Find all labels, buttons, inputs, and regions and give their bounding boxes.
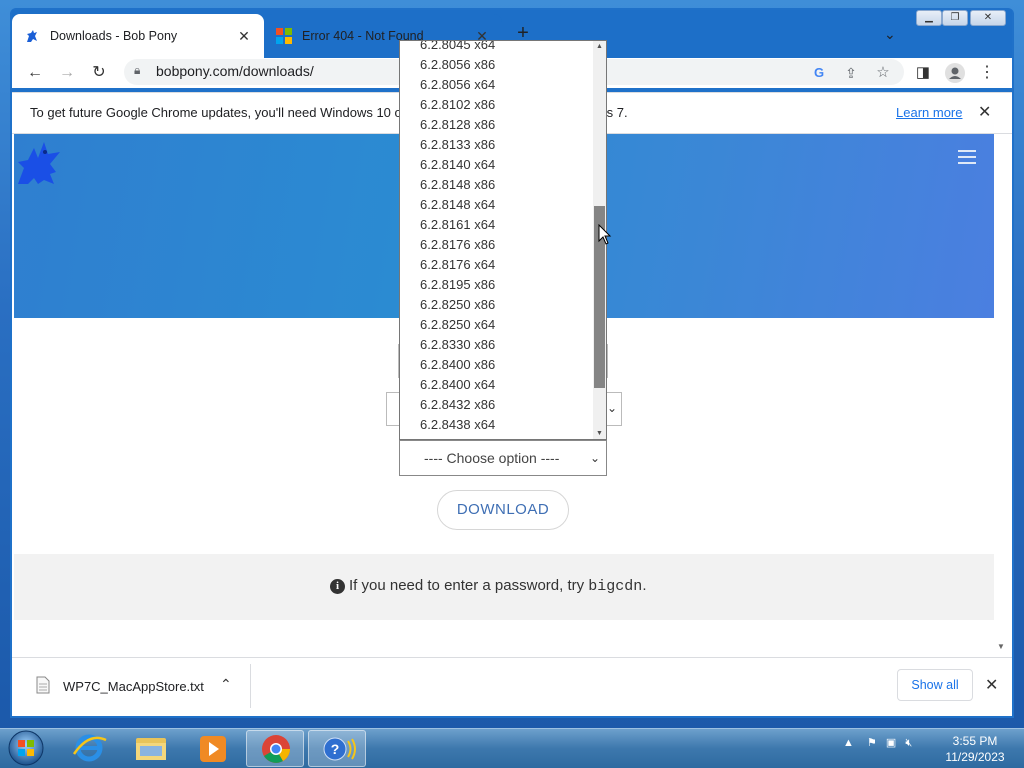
profile-avatar-icon[interactable] [944,62,966,84]
dropdown-option[interactable]: 6.2.8250 x64 [400,315,592,335]
dropdown-option[interactable]: 6.2.8148 x64 [400,195,592,215]
hint-password: bigcdn [588,578,643,595]
mouse-cursor-icon [598,224,612,245]
dropdown-option[interactable]: 6.2.8195 x86 [400,275,592,295]
learn-more-link[interactable]: Learn more [896,105,962,120]
dropdown-option[interactable]: 6.2.8330 x86 [400,335,592,355]
chevron-down-icon: ⌄ [589,451,600,465]
bobpony-icon [27,30,37,42]
version-dropdown-list[interactable]: 6.2.8045 x64 6.2.8056 x86 6.2.8056 x64 6.2.… [399,40,607,440]
scroll-down-arrow-icon[interactable]: ▼ [594,430,605,437]
dropdown-option[interactable]: 6.2.8045 x64 [400,41,592,55]
close-infobar-icon[interactable]: ✕ [978,102,991,122]
url-text[interactable]: bobpony.com/downloads/ [156,63,314,79]
dropdown-options: 6.2.8045 x64 6.2.8056 x86 6.2.8056 x64 6.2.… [400,41,592,435]
dropdown-option[interactable]: 6.2.8140 x64 [400,155,592,175]
microsoft-icon [276,28,292,44]
dropdown-option[interactable]: 6.2.8128 x86 [400,115,592,135]
action-center-icon[interactable]: ⚑ [867,737,877,749]
dropdown-option[interactable]: 6.2.8148 x86 [400,175,592,195]
select-value: ---- Choose option ---- [424,450,560,466]
infobar-message: To get future Google Chrome updates, you… [30,105,402,120]
minimize-button[interactable]: ▁ [916,10,942,26]
dropdown-option[interactable]: 6.2.8133 x86 [400,135,592,155]
bobpony-logo[interactable] [14,138,64,188]
google-lens-icon[interactable]: G [808,62,830,84]
dropdown-option[interactable]: 6.2.8176 x64 [400,255,592,275]
version-select[interactable]: ---- Choose option ---- ⌄ [399,440,607,476]
file-icon [36,676,50,694]
media-player-icon [200,736,226,762]
dropdown-option[interactable]: 6.2.8102 x86 [400,95,592,115]
dropdown-option[interactable]: 6.2.8400 x64 [400,375,592,395]
restore-button[interactable]: ❐ [942,10,968,26]
svg-text:?: ? [331,741,340,757]
network-icon[interactable]: ▣ [886,737,896,749]
download-button[interactable]: DOWNLOAD [437,490,569,530]
download-file-name[interactable]: WP7C_MacAppStore.txt [63,679,204,694]
show-all-button[interactable]: Show all [897,669,973,701]
close-download-bar-icon[interactable]: ✕ [985,675,998,695]
menu-dots-icon[interactable]: ⋮ [976,62,998,84]
password-hint: i If you need to enter a password, try bi… [330,577,646,595]
close-tab-icon[interactable]: ✕ [236,28,252,45]
taskbar-clock[interactable]: 3:55 PM 11/29/2023 [940,733,1010,765]
dropdown-option[interactable]: 6.2.8438 x64 [400,415,592,435]
share-icon[interactable]: ⇪ [840,62,862,84]
internet-explorer-icon [72,734,107,762]
dropdown-option[interactable]: 6.2.8161 x64 [400,215,592,235]
hamburger-menu-icon[interactable] [958,150,976,164]
clock-date: 11/29/2023 [945,750,1005,764]
tab-downloads[interactable]: Downloads - Bob Pony ✕ [12,14,264,58]
dropdown-option[interactable]: 6.2.8432 x86 [400,395,592,415]
forward-icon[interactable]: → [56,62,78,84]
bookmark-star-icon[interactable]: ☆ [872,62,894,84]
taskbar-media-player[interactable] [184,730,242,767]
volume-muted-icon[interactable]: 🔇︎ [905,737,912,749]
reload-icon[interactable]: ↻ [88,62,110,84]
taskbar-help[interactable]: ? [308,730,366,767]
system-tray: ▲ ⚑ ▣ 🔇︎ [843,736,912,750]
taskbar-explorer[interactable] [122,730,180,767]
close-window-button[interactable]: ✕ [970,10,1006,26]
clock-time: 3:55 PM [952,734,998,748]
chrome-icon [262,735,290,763]
scroll-up-arrow-icon[interactable]: ▲ [594,43,605,50]
chevron-down-icon: ⌄ [606,401,617,415]
dropdown-option[interactable]: 6.2.8250 x86 [400,295,592,315]
folder-icon [136,738,166,760]
page-scrollbar[interactable] [994,134,1012,657]
taskbar-ie[interactable] [60,730,118,767]
hint-text: If you need to enter a password, try [349,577,589,594]
dropdown-option[interactable]: 6.2.8056 x64 [400,75,592,95]
show-hidden-icons-icon[interactable]: ▲ [843,737,854,749]
hint-suffix: . [642,577,647,594]
dropdown-option[interactable]: 6.2.8176 x86 [400,235,592,255]
info-icon: i [330,579,345,594]
tab-search-icon[interactable]: ⌄ [884,26,902,44]
dropdown-option[interactable]: 6.2.8400 x86 [400,355,592,375]
taskbar-chrome[interactable] [246,730,304,767]
tab-title: Downloads - Bob Pony [50,29,178,43]
back-icon[interactable]: ← [24,62,46,84]
lock-icon[interactable]: 🔒︎ [134,63,140,78]
divider [250,664,251,708]
dropdown-option[interactable]: 6.2.8056 x86 [400,55,592,75]
help-icon: ? [323,737,356,761]
chevron-up-icon[interactable]: ⌃ [220,676,232,693]
scroll-down-arrow-icon[interactable]: ▼ [997,642,1005,651]
side-panel-icon[interactable]: ◨ [912,62,934,84]
start-button[interactable] [6,729,46,767]
